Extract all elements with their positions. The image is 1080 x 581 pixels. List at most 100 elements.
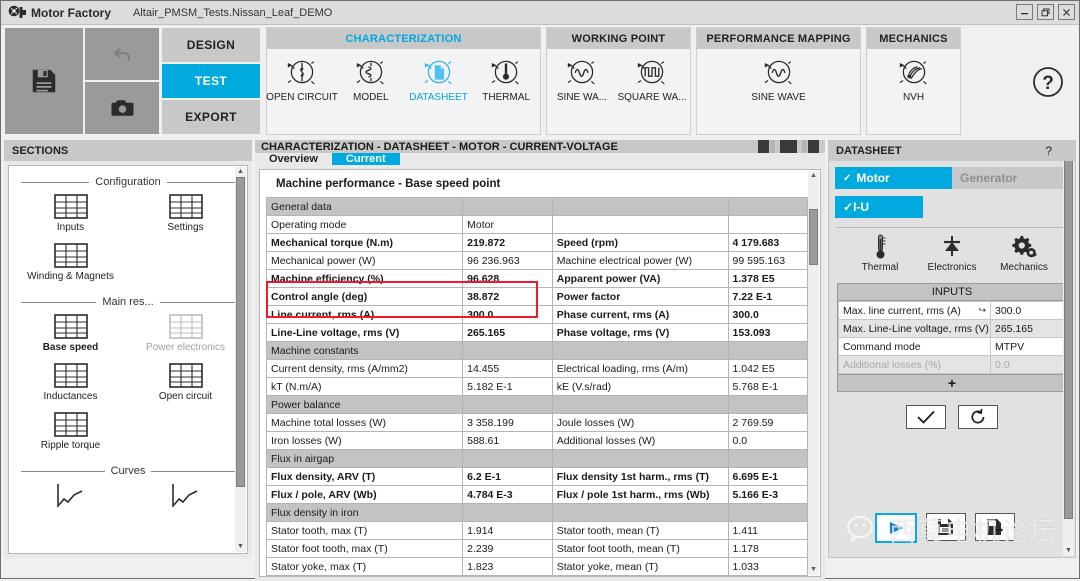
table-row: Machine efficiency (%) 96.628 Apparent pow… — [265, 269, 809, 288]
table-cell: 2.239 — [462, 539, 553, 558]
scroll-down-icon[interactable]: ▼ — [237, 542, 244, 552]
scroll-up-icon[interactable]: ▲ — [810, 171, 817, 181]
save-button[interactable] — [4, 27, 84, 135]
ribbon-item-nvh[interactable]: NVH — [879, 55, 949, 103]
restore-icon[interactable] — [1037, 4, 1054, 20]
scrollbar-thumb[interactable] — [809, 209, 818, 265]
ribbon-item-model[interactable]: MODEL — [337, 55, 405, 103]
sidebar-item-curve-2[interactable] — [128, 483, 243, 508]
input-row: Max. line current, rms (A) ↪ 300.0 — [838, 301, 1066, 320]
sidebar-item-curve-1[interactable] — [13, 483, 128, 508]
table-cell: 1.178 — [727, 539, 809, 558]
sidebar-item-base-speed[interactable]: Base speed — [13, 314, 128, 353]
scrollbar-track[interactable] — [1064, 161, 1073, 546]
sine-wave-icon — [567, 60, 595, 85]
physics-electronics[interactable]: Electronics — [923, 234, 981, 273]
help-button[interactable]: ? — [1032, 66, 1064, 101]
tab-current[interactable]: Current — [331, 153, 400, 165]
nav-export[interactable]: EXPORT — [161, 99, 261, 135]
layout-full-icon[interactable] — [780, 140, 797, 153]
table-cell — [551, 395, 729, 414]
add-input-button[interactable]: + — [838, 374, 1066, 391]
scrollbar-thumb[interactable] — [236, 177, 245, 487]
table-cell: Stator tooth, mean (T) — [551, 521, 729, 540]
scroll-down-icon[interactable]: ▼ — [810, 565, 817, 575]
input-value[interactable]: MTPV — [990, 337, 1066, 356]
datasheet-scrollbar[interactable]: ▲ ▼ — [1063, 161, 1074, 556]
close-icon[interactable] — [1058, 4, 1075, 20]
table-cell: Joule losses (W) — [551, 413, 729, 432]
nav-design[interactable]: DESIGN — [161, 27, 261, 63]
reset-icon — [971, 408, 985, 424]
ribbon-item-label: NVH — [902, 92, 925, 103]
export-data-button[interactable] — [975, 513, 1015, 541]
input-value[interactable]: 265.165 — [990, 319, 1066, 338]
scrollbar-thumb[interactable] — [1064, 161, 1073, 519]
table-cell — [727, 215, 809, 234]
table-row: Stator yoke, max (T) 1.823 Stator yoke, me… — [265, 557, 809, 576]
reset-button[interactable] — [958, 405, 998, 429]
solve-button[interactable] — [875, 513, 917, 543]
scrollbar-track[interactable] — [236, 177, 245, 542]
scroll-up-icon[interactable]: ▲ — [237, 167, 244, 177]
sidebar-item-open-circuit[interactable]: Open circuit — [128, 363, 243, 402]
sidebar-item-inputs[interactable]: Inputs — [13, 194, 128, 233]
table-row: Stator foot tooth, max (T) 2.239 Stator fo… — [265, 539, 809, 558]
tab-overview[interactable]: Overview — [255, 153, 332, 165]
table-cell: Control angle (deg) — [265, 287, 464, 306]
ribbon-toolbar: DESIGN TEST EXPORT CHARACTERIZATION OPEN… — [1, 25, 1079, 140]
layout-split-right-icon[interactable] — [802, 140, 819, 153]
sidebar-item-inductances[interactable]: Inductances — [13, 363, 128, 402]
results-scrollbar[interactable]: ▲ ▼ — [808, 171, 819, 575]
scroll-down-icon[interactable]: ▼ — [1065, 546, 1072, 556]
export-report-button[interactable] — [926, 513, 966, 541]
table-cell: Phase current, rms (A) — [551, 305, 729, 324]
layout-split-left-icon[interactable] — [758, 140, 775, 153]
datasheet-help-icon[interactable]: ? — [1045, 144, 1052, 158]
gears-icon — [1012, 236, 1037, 258]
input-value[interactable]: 300.0 — [990, 301, 1066, 320]
sidebar-item-settings[interactable]: Settings — [128, 194, 243, 233]
validate-button[interactable] — [906, 405, 946, 429]
toggle-motor[interactable]: ✓ Motor — [835, 167, 952, 189]
table-cell — [551, 197, 729, 216]
ribbon-item-sine-wave-pm[interactable]: SINE WAVE — [744, 55, 814, 103]
table-cell — [727, 197, 809, 216]
screenshot-button[interactable] — [84, 81, 160, 135]
ribbon-item-open-circuit[interactable]: OPEN CIRCUIT — [266, 55, 338, 103]
check-icon: ✓ — [843, 200, 854, 214]
sidebar-item-ripple-torque[interactable]: Ripple torque — [13, 412, 128, 451]
toggle-iu[interactable]: ✓ I-U — [835, 196, 923, 218]
table-row: Current density, rms (A/mm2) 14.455 Electr… — [265, 359, 809, 378]
ribbon-item-sine-wave-wp[interactable]: SINE WA... — [547, 55, 617, 103]
content-panel: CHARACTERIZATION - DATASHEET - MOTOR - C… — [255, 140, 825, 581]
sections-scrollbar[interactable]: ▲ ▼ — [235, 167, 246, 552]
undo-button[interactable] — [84, 27, 160, 81]
datasheet-header: DATASHEET ? — [828, 140, 1076, 161]
export-file-icon — [987, 519, 1004, 535]
physics-thermal[interactable]: Thermal — [851, 234, 909, 273]
help-question-icon: ? — [1033, 67, 1063, 97]
sine-wave-icon — [764, 60, 792, 85]
link-icon[interactable]: ↪ — [978, 305, 986, 316]
ribbon-item-thermal[interactable]: THERMAL — [472, 55, 540, 103]
toggle-generator[interactable]: Generator — [952, 167, 1069, 189]
ribbon-item-datasheet[interactable]: DATASHEET — [405, 55, 473, 103]
table-cell: Phase voltage, rms (V) — [551, 323, 729, 342]
table-row: Flux / pole, ARV (Wb) 4.784 E-3 Flux / pol… — [265, 485, 809, 504]
physics-mechanics[interactable]: Mechanics — [995, 234, 1053, 273]
scrollbar-track[interactable] — [809, 181, 818, 565]
ribbon-item-square-wave-wp[interactable]: SQUARE WA... — [617, 55, 687, 103]
nav-test[interactable]: TEST — [161, 63, 261, 99]
nvh-icon — [899, 60, 927, 85]
input-row: Additional losses (%) 0.0 — [838, 355, 1066, 374]
document-name: Altair_PMSM_Tests.Nissan_Leaf_DEMO — [133, 6, 333, 19]
input-value[interactable]: 0.0 — [990, 355, 1066, 374]
table-cell: 0.0 — [727, 431, 809, 450]
minimize-icon[interactable] — [1016, 4, 1033, 20]
content-header: CHARACTERIZATION - DATASHEET - MOTOR - C… — [255, 140, 825, 153]
play-icon — [890, 522, 903, 534]
table-icon — [53, 194, 88, 219]
sidebar-item-winding-magnets[interactable]: Winding & Magnets — [13, 243, 128, 282]
table-cell — [551, 341, 729, 360]
